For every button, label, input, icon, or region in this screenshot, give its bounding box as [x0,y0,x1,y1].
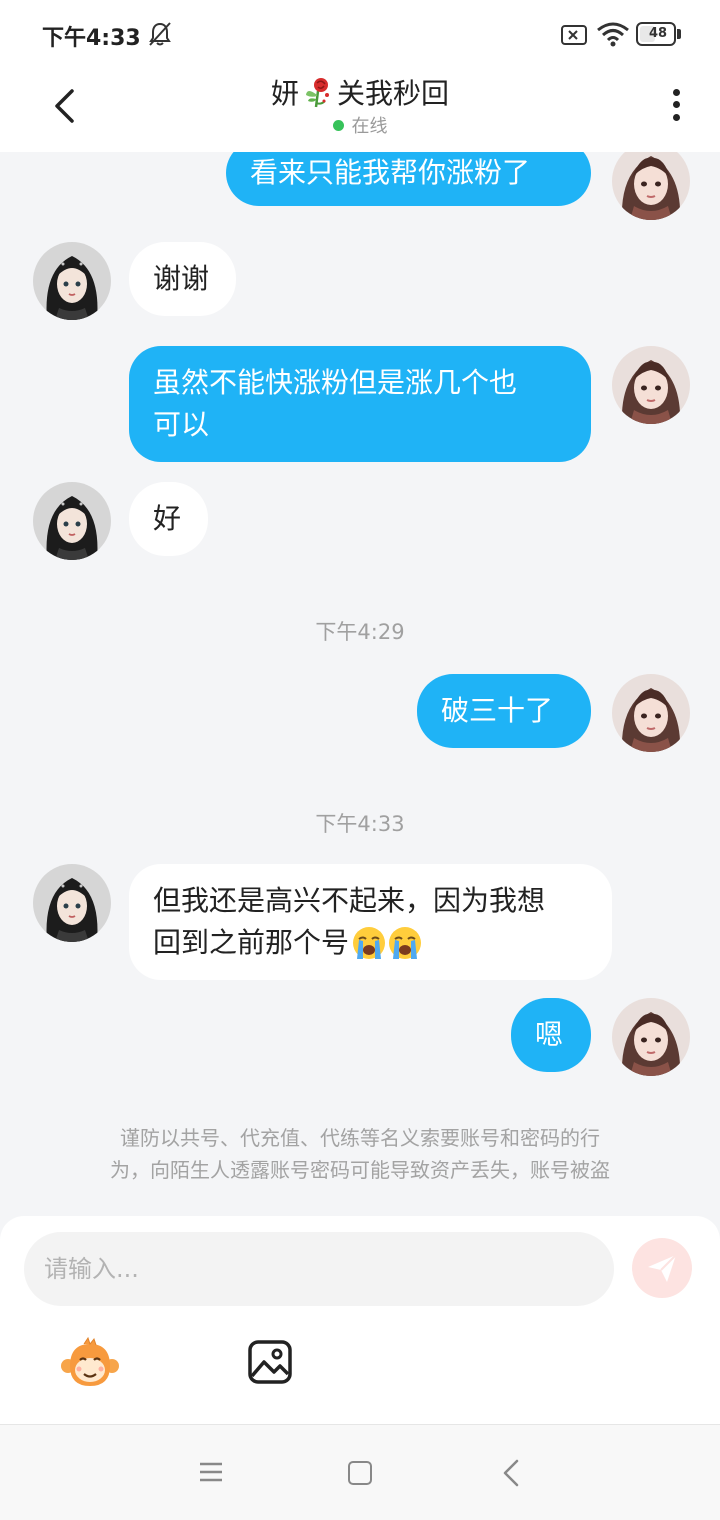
home-icon[interactable] [348,1461,372,1485]
online-status: 在线 [0,112,720,138]
message-line: 虽然不能快涨粉但是涨几个也 [153,366,518,399]
sim-card-icon [561,25,587,45]
contact-name-left: 妍 [270,77,299,110]
message-line: 可以 [153,408,210,441]
more-options-button[interactable] [660,80,692,130]
online-text: 在线 [351,116,388,137]
safety-notice: 谨防以共号、代充值、代练等名义索要账号和密码的行 为，向陌生人透露账号密码可能导… [50,1122,670,1186]
more-dot [672,88,680,96]
status-bar: 下午4:33 48 [0,0,720,66]
contact-avatar-image [33,482,111,560]
notice-line: 为，向陌生人透露账号密码可能导致资产丢失，账号被盗 [110,1158,610,1182]
rose-icon [306,78,329,108]
my-avatar[interactable] [612,998,690,1076]
status-time: 下午4:33 [42,26,141,51]
emoji-button[interactable] [60,1336,120,1392]
contact-name[interactable]: 妍 关我秒回 [0,72,720,112]
message-text: 看来只能我帮你涨粉了 [250,156,531,189]
image-icon [248,1340,292,1384]
chat-header: 妍 关我秒回 在线 [0,66,720,152]
send-button[interactable] [632,1238,692,1298]
monkey-emoji-icon [61,1336,119,1386]
contact-avatar[interactable] [33,864,111,942]
outgoing-message[interactable]: 虽然不能快涨粉但是涨几个也 可以 [129,346,591,462]
notice-line: 谨防以共号、代充值、代练等名义索要账号和密码的行 [120,1126,600,1150]
system-nav-bar [0,1424,720,1520]
message-input[interactable] [24,1232,614,1306]
incoming-message[interactable]: 好 [129,482,208,556]
battery-body: 48 [636,22,676,46]
input-panel [0,1216,720,1424]
message-text: 好 [153,502,182,535]
user-avatar-image [612,152,690,220]
back-triangle-icon[interactable] [500,1459,522,1487]
more-dot [672,101,680,109]
crying-face-icon [389,927,422,959]
user-avatar-image [612,674,690,752]
image-button[interactable] [246,1338,294,1386]
contact-avatar-image [33,242,111,320]
outgoing-message[interactable]: 破三十了 [417,674,591,748]
send-icon [648,1254,677,1282]
more-dot [672,114,680,122]
online-dot [332,119,344,131]
my-avatar[interactable] [612,674,690,752]
menu-icon[interactable] [198,1461,224,1483]
incoming-message[interactable]: 但我还是高兴不起来，因为我想 回到之前那个号 [129,864,612,980]
contact-avatar-image [33,864,111,942]
wifi-icon [597,22,629,47]
message-text: 嗯 [535,1018,564,1051]
time-separator: 下午4:29 [315,620,405,644]
chat-messages[interactable]: 看来只能我帮你涨粉了 谢谢 虽然不能快涨粉但是涨几个也 可以 好 下午4:29 … [0,152,720,1216]
contact-avatar[interactable] [33,242,111,320]
message-text: 谢谢 [153,262,210,295]
message-text: 破三十了 [441,694,554,727]
incoming-message[interactable]: 谢谢 [129,242,236,316]
outgoing-message[interactable]: 嗯 [511,998,591,1072]
message-line: 但我还是高兴不起来，因为我想 [153,884,546,917]
outgoing-message[interactable]: 看来只能我帮你涨粉了 [226,152,591,206]
my-avatar[interactable] [612,346,690,424]
user-avatar-image [612,998,690,1076]
battery-tip [677,29,681,39]
battery-icon: 48 [636,22,682,46]
crying-face-icon [353,927,386,959]
user-avatar-image [612,346,690,424]
contact-avatar[interactable] [33,482,111,560]
contact-name-right: 关我秒回 [337,77,450,110]
time-separator: 下午4:33 [315,812,405,836]
bell-muted-icon [149,22,171,46]
message-line: 回到之前那个号 [153,926,350,959]
my-avatar[interactable] [612,152,690,220]
battery-text: 48 [648,26,668,41]
message-line-2: 回到之前那个号 [153,922,588,964]
